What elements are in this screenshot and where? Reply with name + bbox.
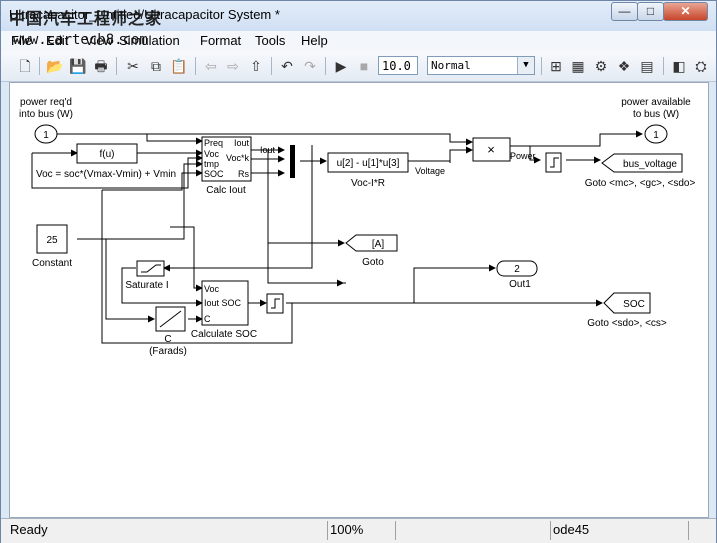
calc-iout-port-preq: Preq [204,138,223,148]
config-icon[interactable]: ❖ [614,56,634,76]
outport-1-number: 1 [653,130,659,141]
watermark-url: www.cartech8.com [13,32,148,48]
toolbar-separator [39,57,40,75]
target-icon[interactable]: ◧ [669,56,689,76]
voltage-signal-label: Voltage [415,166,445,176]
library-icon[interactable]: ▦ [568,56,588,76]
calc-soc-port-voc: Voc [204,284,220,294]
print-icon[interactable]: 🖶 [91,56,111,76]
constant-name: Constant [32,258,72,269]
inport-1-number: 1 [43,130,49,141]
voc-ir-expression: u[2] - u[1]*u[3] [337,158,400,169]
paste-icon[interactable]: 📋 [169,56,189,76]
close-icon: ✕ [680,4,691,18]
undo-icon[interactable]: ↶ [277,56,297,76]
gain-label-line1: C [164,334,171,345]
block-diagram[interactable]: 1 power req'd into bus (W) 1 power avail… [10,83,708,517]
status-ready: Ready [10,522,48,537]
outport-2-name: Out1 [509,279,531,290]
gain-label-line2: (Farads) [149,346,187,357]
calc-soc-port-iout: Iout SOC [204,298,242,308]
simulation-mode-select[interactable]: Normal ▼ [427,56,535,75]
goto-a-tag: [A] [372,239,384,250]
product-symbol: × [487,142,495,157]
constant-value: 25 [46,235,58,246]
menu-format[interactable]: Format [200,33,241,48]
toolbar-separator [325,57,326,75]
model-explorer-icon[interactable]: ⊞ [546,56,566,76]
status-bar: Ready 100% ode45 [1,518,716,543]
toolbar-separator [541,57,542,75]
open-icon[interactable]: 📂 [45,56,65,76]
simulation-mode-value: Normal [431,59,471,72]
close-button[interactable]: ✕ [663,2,708,21]
inport-1-label-line1: power req'd [20,97,72,108]
power-signal-label: Power [510,151,536,161]
watermark-chinese: 中国汽车工程师之家 [9,9,163,28]
from-bus-voltage-tag: bus_voltage [623,159,677,170]
calc-iout-port-vock: Voc*k [226,153,250,163]
voc-equation-label: Voc = soc*(Vmax-Vmin) + Vmin [36,169,176,180]
calc-soc-port-c: C [204,314,211,324]
toolbar-separator [271,57,272,75]
status-divider [550,521,551,540]
minimize-button[interactable]: — [611,2,638,21]
redo-icon[interactable]: ↷ [300,56,320,76]
simulink-window: Ultracapacitor_Untitled/Ultracapacitor S… [0,0,717,543]
outport-2-number: 2 [514,264,520,275]
chevron-down-icon[interactable]: ▼ [517,57,534,74]
toolbar-separator [116,57,117,75]
calc-iout-port-soc: SOC [204,169,224,179]
play-icon[interactable]: ▶ [331,56,351,76]
saturate-name: Saturate I [125,280,168,291]
debugger-icon[interactable]: ⚙ [591,56,611,76]
status-zoom: 100% [330,522,364,537]
new-icon[interactable]: 🗋 [15,56,35,76]
forward-icon[interactable]: ⇨ [223,56,243,76]
goto-mc-label: Goto <mc>, <gc>, <sdo> [585,178,696,189]
outport-1-label-line1: power available [621,97,691,108]
title-bar[interactable]: Ultracapacitor_Untitled/Ultracapacitor S… [1,1,716,31]
fcn-label: f(u) [100,149,115,160]
calc-iout-name: Calc Iout [206,185,246,196]
status-divider [395,521,396,540]
goto-soc-label: Goto <sdo>, <cs> [587,318,667,329]
status-divider [327,521,328,540]
stop-icon[interactable]: ■ [354,56,374,76]
calc-iout-port-iout: Iout [234,138,250,148]
saturate-block[interactable] [136,260,165,277]
back-icon[interactable]: ⇦ [201,56,221,76]
calc-soc-name: Calculate SOC [191,329,257,340]
calc-iout-port-voc: Voc [204,149,220,159]
status-divider [688,521,689,540]
goto-name: Goto [362,257,384,268]
iout-signal-label: Iout [260,145,276,155]
help-icon[interactable]: ⛭ [691,56,711,76]
calc-iout-port-tmp: tmp [204,159,219,169]
voc-ir-name: Voc-I*R [351,178,385,189]
maximize-icon: □ [646,4,655,18]
build-icon[interactable]: ▤ [637,56,657,76]
toolbar: 🗋 📂 💾 🖶 ✂ ⧉ 📋 ⇦ ⇨ ⇧ ↶ ↷ ▶ ■ ⊞ ▦ ⚙ ❖ ▤ ◧ … [1,51,716,82]
menu-tools[interactable]: Tools [255,33,285,48]
calc-iout-port-rs: Rs [238,169,249,179]
outport-1-label-line2: to bus (W) [633,109,679,120]
maximize-button[interactable]: □ [637,2,664,21]
inport-1-label-line2: into bus (W) [19,109,73,120]
toolbar-separator [663,57,664,75]
copy-icon[interactable]: ⧉ [146,56,166,76]
up-icon[interactable]: ⇧ [246,56,266,76]
status-solver: ode45 [553,522,590,537]
stop-time-input[interactable]: 10.0 [378,56,418,75]
model-canvas[interactable]: 1 power req'd into bus (W) 1 power avail… [9,82,709,518]
menu-help[interactable]: Help [301,33,328,48]
goto-soc-tag: SOC [623,299,645,310]
cut-icon[interactable]: ✂ [123,56,143,76]
save-icon[interactable]: 💾 [68,56,88,76]
mux-block[interactable] [290,145,295,178]
toolbar-separator [195,57,196,75]
minimize-icon: — [618,4,631,18]
